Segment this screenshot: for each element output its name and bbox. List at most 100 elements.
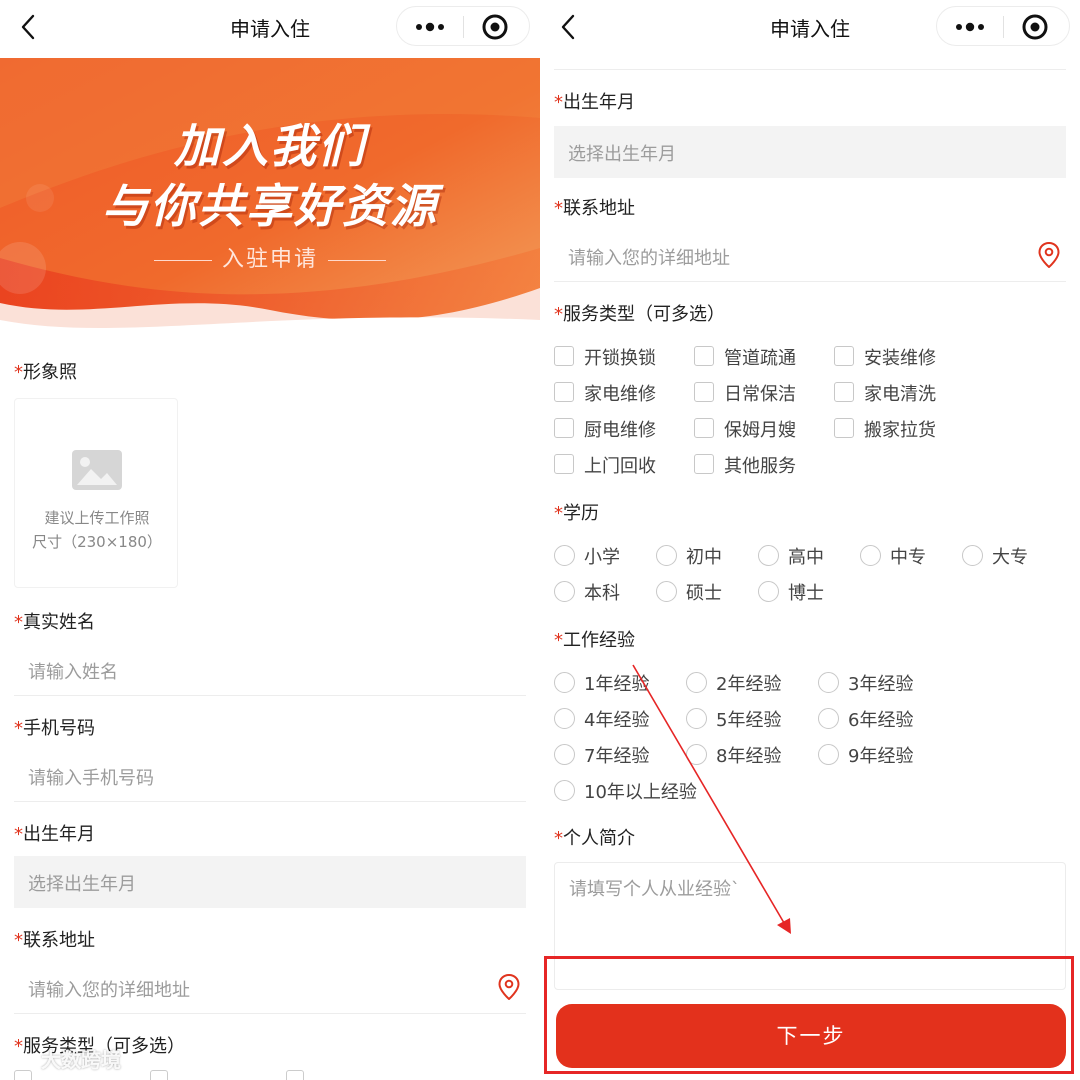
close-target-icon[interactable] xyxy=(481,13,509,41)
service-option-label: 上门回收 xyxy=(584,456,656,477)
address-input[interactable]: 请输入您的详细地址 xyxy=(14,962,526,1014)
required-mark: * xyxy=(554,198,563,219)
required-mark: * xyxy=(14,824,23,845)
name-input[interactable]: 请输入姓名 xyxy=(14,644,526,696)
phone-label: *手机号码 xyxy=(14,714,95,740)
checkbox[interactable] xyxy=(554,346,574,366)
nav-bar: 申请入住 xyxy=(0,0,540,56)
phone-input[interactable]: 请输入手机号码 xyxy=(14,750,526,802)
radio-button[interactable] xyxy=(554,780,575,801)
photo-upload-box[interactable]: 建议上传工作照 尺寸（230×180） xyxy=(14,398,178,588)
education-option-label: 中专 xyxy=(890,547,926,568)
radio-button[interactable] xyxy=(656,581,677,602)
name-label-text: 真实姓名 xyxy=(23,612,95,633)
required-mark: * xyxy=(554,92,563,113)
radio-button[interactable] xyxy=(962,545,983,566)
capsule-divider xyxy=(1003,16,1004,38)
radio-button[interactable] xyxy=(554,581,575,602)
radio-button[interactable] xyxy=(686,672,707,693)
education-option-label: 本科 xyxy=(584,583,620,604)
experience-option-label: 6年经验 xyxy=(848,710,914,731)
service-option-label: 安装维修 xyxy=(864,348,936,369)
checkbox[interactable] xyxy=(694,418,714,438)
checkbox[interactable] xyxy=(286,1070,304,1080)
upload-hint-line1: 建议上传工作照 xyxy=(44,509,150,527)
radio-button[interactable] xyxy=(818,708,839,729)
close-target-icon[interactable] xyxy=(1021,13,1049,41)
location-pin-icon[interactable] xyxy=(498,974,520,1000)
checkbox[interactable] xyxy=(694,382,714,402)
dash-left xyxy=(153,259,212,261)
checkbox[interactable] xyxy=(554,454,574,474)
required-mark: * xyxy=(554,630,563,651)
banner-subtitle-text: 入驻申请 xyxy=(221,247,318,272)
photo-label: *形象照 xyxy=(14,358,77,384)
divider-line xyxy=(554,69,1066,70)
more-dots-icon[interactable] xyxy=(950,17,990,37)
checkbox[interactable] xyxy=(694,454,714,474)
radio-button[interactable] xyxy=(860,545,881,566)
radio-button[interactable] xyxy=(554,708,575,729)
birth-label: *出生年月 xyxy=(14,820,95,846)
birth-picker[interactable]: 选择出生年月 xyxy=(14,856,526,908)
radio-button[interactable] xyxy=(758,545,779,566)
radio-button[interactable] xyxy=(554,545,575,566)
radio-button[interactable] xyxy=(554,744,575,765)
birth-label-text: 出生年月 xyxy=(563,92,635,113)
phone-label-text: 手机号码 xyxy=(23,718,95,739)
address-label-text: 联系地址 xyxy=(563,198,635,219)
required-mark: * xyxy=(14,362,23,383)
education-option-label: 博士 xyxy=(788,583,824,604)
capsule-divider xyxy=(463,16,464,38)
radio-button[interactable] xyxy=(686,708,707,729)
radio-button[interactable] xyxy=(554,672,575,693)
experience-option-label: 9年经验 xyxy=(848,746,914,767)
required-mark: * xyxy=(14,718,23,739)
address-label: *联系地址 xyxy=(554,194,635,220)
service-option-label: 日常保洁 xyxy=(724,384,796,405)
address-placeholder: 请输入您的详细地址 xyxy=(28,980,190,1001)
checkbox[interactable] xyxy=(694,346,714,366)
service-option-label: 开锁换锁 xyxy=(584,348,656,369)
radio-button[interactable] xyxy=(818,672,839,693)
banner-headline-1: 加入我们 xyxy=(174,119,366,173)
radio-button[interactable] xyxy=(758,581,779,602)
checkbox[interactable] xyxy=(554,382,574,402)
checkbox[interactable] xyxy=(834,418,854,438)
education-option-label: 小学 xyxy=(584,547,620,568)
address-label-text: 联系地址 xyxy=(23,930,95,951)
experience-option-label: 4年经验 xyxy=(584,710,650,731)
annotation-highlight-box xyxy=(544,956,1074,1074)
dash-right xyxy=(328,259,386,261)
radio-button[interactable] xyxy=(818,744,839,765)
more-dots-icon[interactable] xyxy=(410,17,450,37)
service-option-label: 搬家拉货 xyxy=(864,420,936,441)
birth-label: *出生年月 xyxy=(554,88,635,114)
service-option-label: 管道疏通 xyxy=(724,348,796,369)
banner-headline-2: 与你共享好资源 xyxy=(102,179,438,233)
experience-option-label: 7年经验 xyxy=(584,746,650,767)
mini-program-capsule xyxy=(936,6,1070,46)
required-mark: * xyxy=(14,612,23,633)
education-label-text: 学历 xyxy=(563,503,599,524)
intro-placeholder: 请填写个人从业经验` xyxy=(569,879,740,900)
checkbox[interactable] xyxy=(834,346,854,366)
checkbox[interactable] xyxy=(150,1070,168,1080)
upload-hint-line2: 尺寸（230×180） xyxy=(32,533,162,551)
radio-button[interactable] xyxy=(686,744,707,765)
checkbox[interactable] xyxy=(554,418,574,438)
address-input[interactable]: 请输入您的详细地址 xyxy=(554,230,1066,282)
birth-label-text: 出生年月 xyxy=(23,824,95,845)
experience-label-text: 工作经验 xyxy=(563,630,635,651)
watermark-logo-icon xyxy=(9,1053,33,1070)
checkbox[interactable] xyxy=(834,382,854,402)
radio-button[interactable] xyxy=(656,545,677,566)
service-option-label: 家电清洗 xyxy=(864,384,936,405)
required-mark: * xyxy=(554,304,563,325)
banner-subtitle: 入驻申请 xyxy=(0,241,540,273)
birth-picker[interactable]: 选择出生年月 xyxy=(554,126,1066,178)
phone-placeholder: 请输入手机号码 xyxy=(28,768,154,789)
required-mark: * xyxy=(14,930,23,951)
location-pin-icon[interactable] xyxy=(1038,242,1060,268)
education-option-label: 大专 xyxy=(992,547,1028,568)
